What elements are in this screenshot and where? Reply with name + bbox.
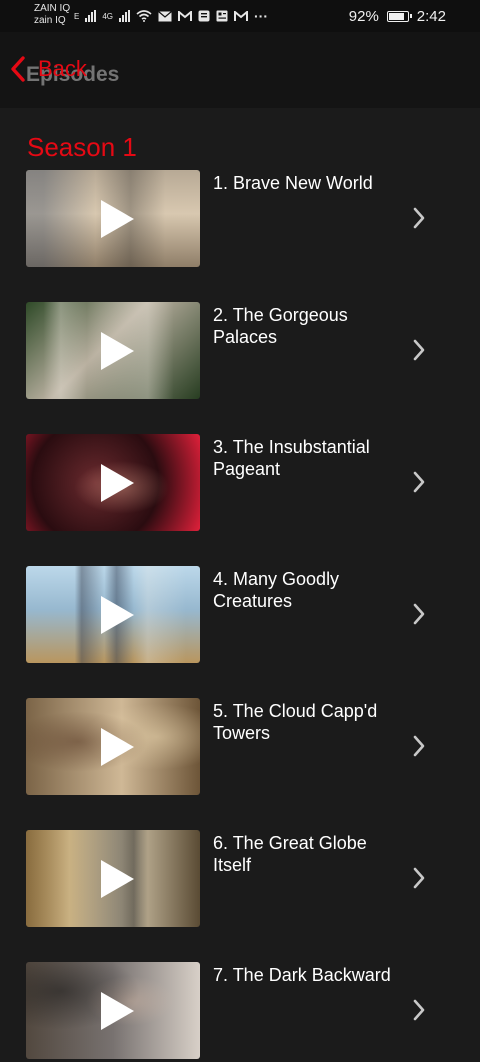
episode-title: 6. The Great Globe Itself xyxy=(213,833,367,875)
play-icon[interactable] xyxy=(101,464,134,502)
episode-title: 5. The Cloud Capp'd Towers xyxy=(213,701,378,743)
wifi-icon xyxy=(136,10,152,22)
play-icon[interactable] xyxy=(101,860,134,898)
episode-thumbnail[interactable] xyxy=(26,830,200,927)
battery-icon xyxy=(386,10,412,22)
episode-thumbnail[interactable] xyxy=(26,434,200,531)
episode-title: 2. The Gorgeous Palaces xyxy=(213,305,348,347)
back-label: Back xyxy=(38,56,87,81)
status-icons: E 4G ··· xyxy=(74,6,268,26)
episode-row[interactable]: 7. The Dark Backward xyxy=(0,962,480,1062)
mail-icon xyxy=(158,10,172,21)
carrier-1-label: ZAIN IQ xyxy=(34,3,71,14)
carrier-2-label: zain IQ xyxy=(34,15,66,26)
chevron-right-icon[interactable] xyxy=(412,602,426,626)
episode-thumbnail[interactable] xyxy=(26,170,200,267)
chevron-right-icon[interactable] xyxy=(412,206,426,230)
episode-row[interactable]: 4. Many Goodly Creatures xyxy=(0,566,480,666)
gmail-icon-2 xyxy=(234,10,249,21)
network-1-label: E xyxy=(74,11,80,21)
status-right: 92% 2:42 xyxy=(349,6,446,26)
play-icon[interactable] xyxy=(101,596,134,634)
episode-row[interactable]: 3. The Insubstantial Pageant xyxy=(0,434,480,534)
back-button[interactable]: Back xyxy=(10,54,87,84)
signal-1-icon xyxy=(85,10,97,22)
chevron-left-icon xyxy=(11,56,25,82)
battery-fill xyxy=(388,12,405,20)
episode-row[interactable]: 5. The Cloud Capp'd Towers xyxy=(0,698,480,798)
play-icon[interactable] xyxy=(101,200,134,238)
episode-title: 1. Brave New World xyxy=(213,173,373,193)
more-notifications-icon: ··· xyxy=(254,8,269,24)
episode-title: 4. Many Goodly Creatures xyxy=(213,569,340,611)
message-icon xyxy=(198,10,210,22)
gmail-icon xyxy=(178,10,193,21)
episode-row[interactable]: 1. Brave New World xyxy=(0,170,480,270)
battery-percent: 92% xyxy=(348,7,379,25)
chevron-right-icon[interactable] xyxy=(412,998,426,1022)
chevron-right-icon[interactable] xyxy=(412,470,426,494)
play-icon[interactable] xyxy=(101,728,134,766)
episode-thumbnail[interactable] xyxy=(26,302,200,399)
chevron-right-icon[interactable] xyxy=(412,734,426,758)
chevron-right-icon[interactable] xyxy=(412,338,426,362)
carrier-labels: ZAIN IQ zain IQ xyxy=(34,3,70,27)
play-icon[interactable] xyxy=(101,332,134,370)
episode-thumbnail[interactable] xyxy=(26,962,200,1059)
episode-thumbnail[interactable] xyxy=(26,566,200,663)
news-icon xyxy=(216,10,228,22)
episode-row[interactable]: 6. The Great Globe Itself xyxy=(0,830,480,930)
episode-title: 7. The Dark Backward xyxy=(213,965,391,985)
episode-title: 3. The Insubstantial Pageant xyxy=(213,437,370,479)
network-2-label: 4G xyxy=(102,11,114,21)
season-title: Season 1 xyxy=(27,132,137,162)
play-icon[interactable] xyxy=(101,992,134,1030)
episode-thumbnail[interactable] xyxy=(26,698,200,795)
chevron-right-icon[interactable] xyxy=(412,866,426,890)
status-bar: ZAIN IQ zain IQ E 4G ··· 92% 2:42 xyxy=(0,0,480,32)
signal-2-icon xyxy=(119,10,131,22)
clock: 2:42 xyxy=(416,7,446,25)
episode-row[interactable]: 2. The Gorgeous Palaces xyxy=(0,302,480,402)
navigation-bar: Episodes Back xyxy=(0,32,480,108)
